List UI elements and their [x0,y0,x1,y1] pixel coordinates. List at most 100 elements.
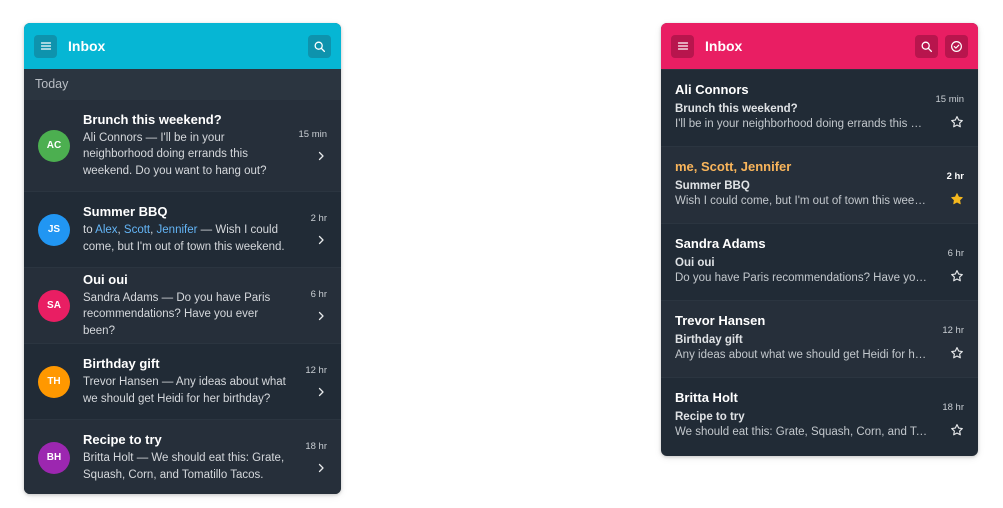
menu-button[interactable] [671,34,694,58]
list-item[interactable]: SA Oui oui Sandra Adams — Do you have Pari… [24,267,341,343]
sender-name: Ali Connors [83,131,143,144]
message-snippet: to Alex, Scott, Jennifer — Wish I could … [83,224,285,253]
timestamp: 15 min [935,94,964,105]
avatar: AC [38,129,70,162]
sender-name: Trevor Hansen [675,313,766,328]
search-icon [314,41,326,52]
timestamp: 18 hr [305,441,327,452]
list-item[interactable]: Sandra Adams Oui oui Do you have Paris rec… [661,223,978,300]
page-title: Inbox [705,38,743,54]
message-snippet: Ali Connors — I'll be in your neighborho… [83,131,267,177]
list-item[interactable]: BH Recipe to try Britta Holt — We should e… [24,419,341,494]
timestamp: 15 min [298,129,327,140]
search-button[interactable] [915,34,938,58]
sender-name: Sandra Adams [83,291,159,304]
to-label: to [83,224,93,236]
message-body: Brunch this weekend? Ali Connors — I'll b… [83,112,293,180]
chevron-right-icon [318,463,324,473]
star-icon[interactable] [950,346,964,360]
message-snippet: Britta Holt — We should eat this: Grate,… [83,452,285,481]
avatar-initials: BH [46,452,62,463]
star-icon[interactable] [950,115,964,129]
recipient-link[interactable]: Scott [124,224,150,236]
list-item[interactable]: Ali Connors Brunch this weekend? I'll be i… [661,69,978,146]
sender-name: me, Scott, Jennifer [675,159,792,174]
message-preview: I'll be in your neighborhood doing erran… [675,118,930,130]
message-snippet: Sandra Adams — Do you have Paris recomme… [83,291,271,337]
timestamp: 2 hr [310,213,327,224]
avatar-initials: JS [47,224,61,235]
message-body: Summer BBQ to Alex, Scott, Jennifer — Wis… [83,204,293,255]
timestamp: 12 hr [305,365,327,376]
message-title: Summer BBQ [83,204,168,219]
star-icon[interactable] [950,423,964,437]
app-bar: Inbox [24,23,341,69]
message-subject: Summer BBQ [675,180,750,192]
avatar-initials: TH [47,376,61,387]
message-list: Ali Connors Brunch this weekend? I'll be i… [661,69,978,454]
menu-button[interactable] [34,34,57,58]
message-preview: Do you have Paris recommendations? Have … [675,272,930,284]
list-item[interactable]: Britta Holt Recipe to try We should eat th… [661,377,978,454]
message-title: Oui oui [83,271,128,287]
menu-icon [677,42,688,50]
timestamp: 18 hr [942,402,964,413]
message-title: Recipe to try [83,432,162,447]
message-meta: 15 min [298,100,327,191]
inbox-list-card-left: Inbox Today AC Brunch this weekend? Ali Co… [24,23,341,494]
recipient-link[interactable]: Alex [95,224,117,236]
recipient-link[interactable]: Jennifer [157,224,198,236]
avatar: TH [38,365,70,398]
chevron-right-icon [318,311,324,321]
timestamp: 6 hr [947,248,964,259]
chevron-right-icon [318,235,324,245]
sender-name: Britta Holt [675,390,738,405]
timestamp: 6 hr [310,289,327,300]
list-item[interactable]: JS Summer BBQ to Alex, Scott, Jennifer — W… [24,191,341,267]
message-subject: Brunch this weekend? [675,103,798,115]
avatar-initials: AC [46,140,62,151]
message-subject: Recipe to try [675,411,745,423]
app-bar: Inbox [661,23,978,69]
star-icon[interactable] [950,192,964,206]
message-body: Birthday gift Trevor Hansen — Any ideas a… [83,356,293,407]
section-header-today: Today [24,69,341,99]
message-meta: 6 hr [311,268,327,343]
timestamp: 2 hr [946,171,964,182]
message-list: AC Brunch this weekend? Ali Connors — I'll… [24,99,341,494]
avatar: SA [38,289,70,322]
list-item[interactable]: Trevor Hansen Birthday gift Any ideas abou… [661,300,978,377]
message-subject: Birthday gift [675,334,743,346]
message-meta: 18 hr [305,420,327,494]
sender-name: Trevor Hansen [83,376,159,388]
message-body: Recipe to try Britta Holt — We should eat… [83,432,293,483]
timestamp: 12 hr [942,325,964,336]
message-subject: Oui oui [675,257,715,269]
message-preview: Wish I could come, but I'm out of town t… [675,195,930,207]
message-preview: Any ideas about what we should get Heidi… [675,349,930,361]
message-preview: We should eat this: Grate, Squash, Corn,… [675,426,930,438]
message-snippet: Trevor Hansen — Any ideas about what we … [83,376,286,405]
page-title: Inbox [68,38,106,54]
list-item[interactable]: me, Scott, Jennifer Summer BBQ Wish I coul… [661,146,978,223]
sender-name: Ali Connors [675,82,749,97]
message-title: Birthday gift [83,356,160,371]
mark-read-button[interactable] [945,34,968,58]
message-meta: 12 hr [305,344,327,419]
menu-icon [40,42,51,50]
sender-name: Britta Holt [83,452,134,464]
list-item[interactable]: AC Brunch this weekend? Ali Connors — I'll… [24,99,341,191]
star-icon[interactable] [950,269,964,283]
sender-name: Sandra Adams [675,236,766,251]
avatar: BH [38,441,70,474]
list-item[interactable]: TH Birthday gift Trevor Hansen — Any ideas… [24,343,341,419]
avatar-initials: SA [47,300,61,311]
avatar: JS [38,213,70,246]
message-meta: 2 hr [311,192,327,267]
search-button[interactable] [308,34,331,58]
chevron-right-icon [318,151,324,161]
check-circle-icon [951,40,962,52]
message-body: Oui oui Sandra Adams — Do you have Paris … [83,272,293,340]
search-icon [921,41,933,52]
chevron-right-icon [318,387,324,397]
